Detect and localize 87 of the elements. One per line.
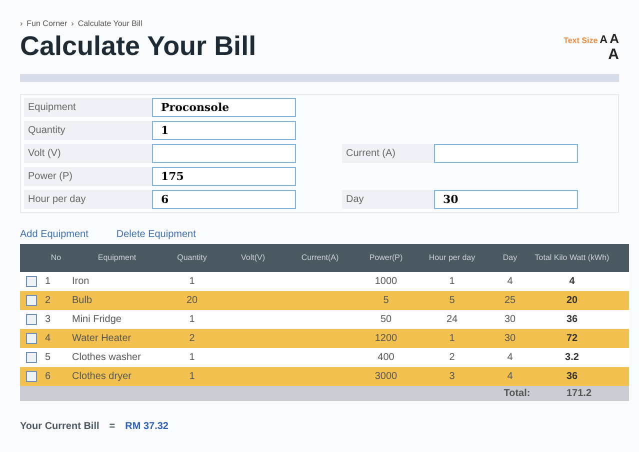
input-field[interactable] xyxy=(152,144,296,163)
table-cell-text: 2 xyxy=(448,350,456,365)
large-text-button[interactable]: A xyxy=(608,47,619,62)
table-cell-text: 5 xyxy=(382,294,390,308)
table-cell-text: 50 xyxy=(379,312,393,327)
equals-sign: = xyxy=(109,420,116,434)
table-cell-text: 1 xyxy=(45,274,51,289)
column-header: Quantity xyxy=(176,253,208,262)
table-cell-text: 2 xyxy=(188,332,196,346)
field-label: Volt (V) xyxy=(24,144,152,163)
breadcrumb-link[interactable]: Calculate Your Bill xyxy=(78,18,142,30)
table-cell-text: 1 xyxy=(188,350,196,365)
table-cell-text: 20 xyxy=(185,294,199,308)
action-link[interactable]: Add Equipment xyxy=(20,226,88,242)
column-header: Volt(V) xyxy=(240,253,266,262)
input-field[interactable]: 30 xyxy=(434,190,578,209)
table-cell-text: 1 xyxy=(188,274,196,289)
column-header: No xyxy=(50,253,62,262)
table-cell-text: 3000 xyxy=(374,370,398,384)
table-cell-text: 4 xyxy=(568,274,576,289)
breadcrumb-link[interactable]: Fun Corner xyxy=(26,18,68,30)
column-header: Hour per day xyxy=(428,253,476,262)
table-cell-text: 4 xyxy=(45,332,51,346)
column-header: Current(A) xyxy=(300,253,340,262)
page-title: Calculate Your Bill xyxy=(20,30,256,63)
table-cell-text: 1 xyxy=(188,312,196,327)
table-cell-text: 20 xyxy=(565,294,579,308)
column-header: Power(P) xyxy=(368,253,404,262)
column-header: Day xyxy=(502,253,518,262)
table-cell-text: 4 xyxy=(506,274,514,289)
table-cell-text: 1 xyxy=(448,332,456,346)
table-cell-text: 5 xyxy=(448,294,456,308)
column-header: Total Kilo Watt (kWh) xyxy=(534,253,610,262)
table-cell-text: 1 xyxy=(188,370,196,384)
table-cell-text: 24 xyxy=(445,312,459,327)
field-label: Day xyxy=(342,190,434,209)
field-label: Power (P) xyxy=(24,166,152,186)
bill-label: Your Current Bill xyxy=(20,420,100,434)
action-link[interactable]: Delete Equipment xyxy=(116,226,196,242)
table-cell-text: 3 xyxy=(45,312,51,327)
table-cell-text: Iron xyxy=(72,274,90,289)
bill-amount: RM 37.32 xyxy=(125,420,168,434)
table-cell-text: 30 xyxy=(503,312,517,327)
table-cell-text: Mini Fridge xyxy=(72,312,122,327)
small-text-button[interactable]: A xyxy=(600,35,608,46)
row-checkbox[interactable] xyxy=(26,332,37,344)
field-label: Current (A) xyxy=(342,144,434,163)
input-field[interactable]: 175 xyxy=(152,166,296,186)
row-checkbox[interactable] xyxy=(26,370,37,382)
breadcrumb-separator: › xyxy=(71,18,74,30)
row-checkbox[interactable] xyxy=(26,276,37,287)
table-cell-text: 72 xyxy=(565,332,579,346)
table-cell-text: 3.2 xyxy=(564,350,580,365)
breadcrumb-separator: › xyxy=(20,18,23,30)
table-cell-text: 3 xyxy=(448,370,456,384)
table-cell-text: 30 xyxy=(503,332,517,346)
table-cell-text: Bulb xyxy=(72,294,94,308)
table-cell-text: Water Heater xyxy=(72,332,132,346)
input-field[interactable]: 6 xyxy=(152,190,296,209)
column-header: Equipment xyxy=(96,253,138,262)
text-size-label: Text Size xyxy=(564,35,598,47)
row-checkbox[interactable] xyxy=(26,294,37,306)
row-checkbox[interactable] xyxy=(26,314,37,325)
table-cell-text: 400 xyxy=(376,350,396,365)
table-cell-text: 36 xyxy=(565,370,579,384)
row-checkbox[interactable] xyxy=(26,352,37,363)
table-cell-text: 4 xyxy=(506,350,514,365)
field-label: Hour per day xyxy=(24,190,152,209)
field-label: Quantity xyxy=(24,120,152,140)
field-label: Equipment xyxy=(24,98,152,117)
table-cell-text: 25 xyxy=(503,294,517,308)
input-field[interactable] xyxy=(434,144,578,163)
input-field[interactable]: Proconsole xyxy=(152,98,296,117)
table-cell-text: 1 xyxy=(448,274,456,289)
table-cell-text: 36 xyxy=(565,312,579,327)
input-field[interactable]: 1 xyxy=(152,120,296,140)
total-value: 171.2 xyxy=(565,386,593,401)
total-label: Total: xyxy=(502,386,532,401)
table-cell-text: 1000 xyxy=(374,274,398,289)
table-cell-text: Clothes dryer xyxy=(72,370,132,384)
table-cell-text: 2 xyxy=(45,294,51,308)
table-cell-text: 6 xyxy=(45,370,51,384)
medium-text-button[interactable]: A xyxy=(610,32,619,45)
table-cell-text: 1200 xyxy=(374,332,398,346)
table-cell-text: 5 xyxy=(45,350,51,365)
table-cell-text: 4 xyxy=(506,370,514,384)
table-cell-text: Clothes washer xyxy=(72,350,142,365)
